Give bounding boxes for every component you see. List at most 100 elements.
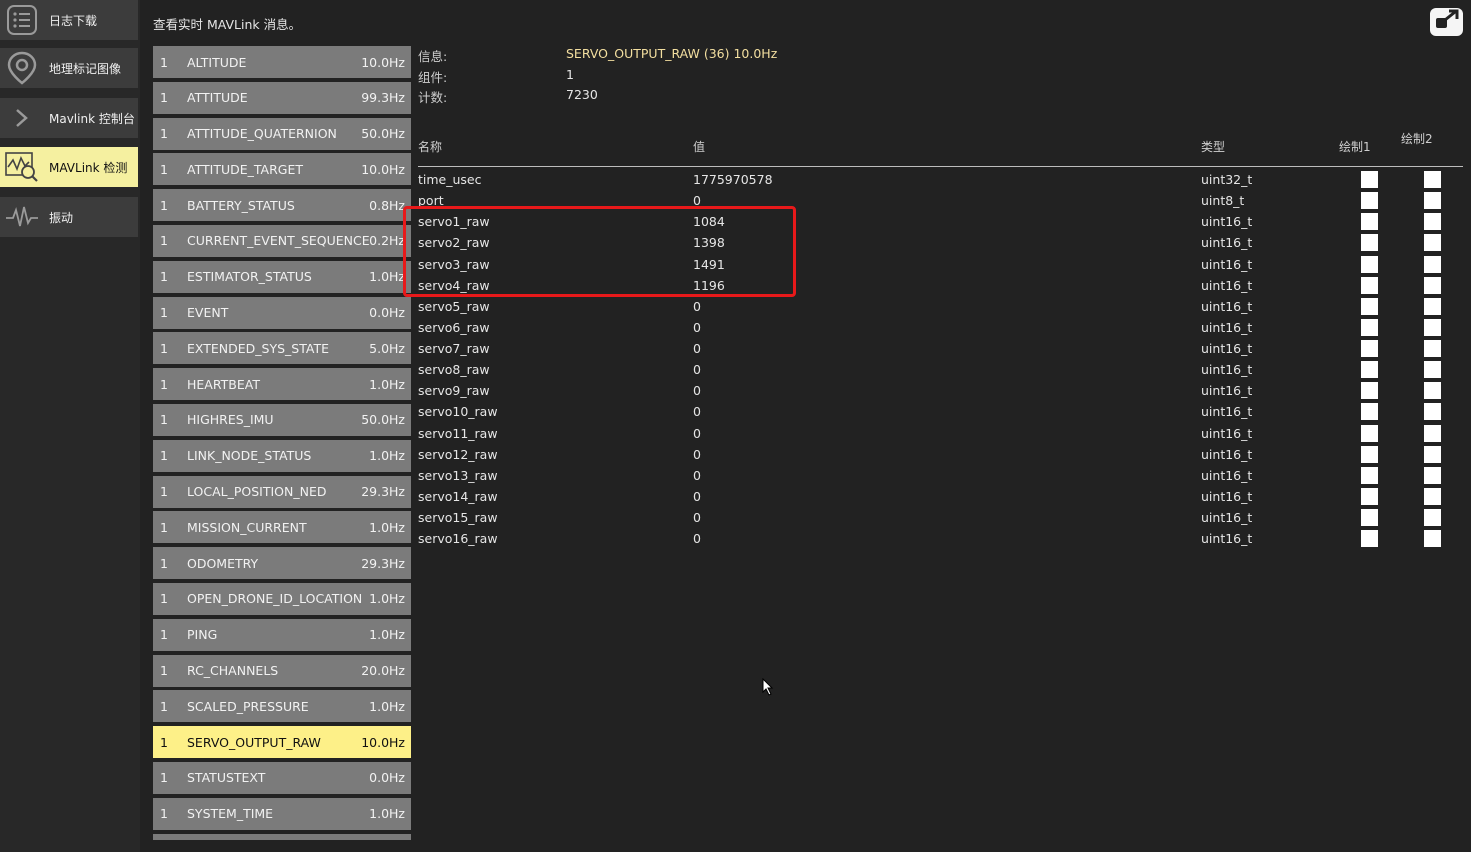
- sidebar-item-vibration[interactable]: 振动: [0, 197, 138, 237]
- message-list-item[interactable]: 1 HIGHRES_IMU 50.0Hz: [153, 403, 411, 436]
- plot1-checkbox[interactable]: [1361, 192, 1378, 210]
- component-label: 组件:: [418, 69, 448, 85]
- field-name: servo1_raw: [418, 214, 490, 230]
- message-list-item[interactable]: 1 EXTENDED_SYS_STATE 5.0Hz: [153, 332, 411, 365]
- plot1-checkbox[interactable]: [1361, 509, 1378, 526]
- message-list-item[interactable]: 1 MISSION_CURRENT 1.0Hz: [153, 511, 411, 544]
- plot1-checkbox[interactable]: [1361, 382, 1378, 400]
- message-list[interactable]: 1 ALTITUDE 10.0Hz 1 ATTITUDE 99.3Hz 1 ATTITUDE_…: [153, 46, 411, 840]
- message-list-item[interactable]: 1 SERVO_OUTPUT_RAW 10.0Hz: [153, 726, 411, 759]
- plot2-checkbox[interactable]: [1424, 403, 1441, 421]
- plot1-checkbox[interactable]: [1361, 361, 1378, 379]
- message-component-id: 1: [160, 591, 168, 607]
- message-component-id: 1: [160, 770, 168, 786]
- list-icon: [5, 3, 39, 37]
- popout-button[interactable]: [1430, 8, 1463, 36]
- field-value: 0: [693, 510, 701, 525]
- sidebar-item-mavlink-inspector[interactable]: MAVLink 检测: [0, 147, 138, 187]
- field-name: servo4_raw: [418, 277, 490, 293]
- sidebar-item-log-download[interactable]: 日志下载: [0, 0, 138, 40]
- plot2-checkbox[interactable]: [1424, 297, 1441, 315]
- sidebar-item-label: 日志下载: [49, 13, 98, 28]
- message-rate: 29.3Hz: [361, 555, 405, 571]
- message-list-item[interactable]: 1 HEARTBEAT 1.0Hz: [153, 368, 411, 401]
- message-component-id: 1: [160, 412, 168, 428]
- plot2-checkbox[interactable]: [1424, 318, 1441, 336]
- plot2-checkbox[interactable]: [1424, 255, 1441, 273]
- table-row: servo16_raw 0 uint16_t: [418, 528, 1463, 549]
- message-list-item[interactable]: 1 CURRENT_EVENT_SEQUENCE 0.2Hz: [153, 224, 411, 257]
- message-list-item[interactable]: 1 ATTITUDE 99.3Hz: [153, 81, 411, 114]
- plot1-checkbox[interactable]: [1361, 171, 1378, 188]
- page-hint: 查看实时 MAVLink 消息。: [153, 17, 302, 32]
- plot1-checkbox[interactable]: [1361, 234, 1378, 252]
- field-name: servo6_raw: [418, 319, 490, 335]
- plot1-checkbox[interactable]: [1361, 255, 1378, 273]
- message-component-id: 1: [160, 197, 168, 213]
- plot1-checkbox[interactable]: [1361, 466, 1378, 484]
- message-list-item[interactable]: 1 LINK_NODE_STATUS 1.0Hz: [153, 439, 411, 472]
- message-list-item[interactable]: 1 ESTIMATOR_STATUS 1.0Hz: [153, 260, 411, 293]
- sidebar-item-geotag-images[interactable]: 地理标记图像: [0, 48, 138, 88]
- field-type: uint16_t: [1201, 214, 1253, 230]
- field-value: 0: [693, 404, 701, 420]
- plot1-checkbox[interactable]: [1361, 297, 1378, 315]
- message-list-item[interactable]: 1 ODOMETRY 29.3Hz: [153, 547, 411, 580]
- message-list-item[interactable]: 1 EVENT 0.0Hz: [153, 296, 411, 329]
- plot1-checkbox[interactable]: [1361, 445, 1378, 463]
- message-list-item[interactable]: 1 RC_CHANNELS 20.0Hz: [153, 654, 411, 687]
- plot2-checkbox[interactable]: [1424, 361, 1441, 379]
- message-list-item[interactable]: 1 ATTITUDE_TARGET 10.0Hz: [153, 153, 411, 186]
- plot2-checkbox[interactable]: [1424, 445, 1441, 463]
- field-name: port: [418, 193, 444, 209]
- plot2-checkbox[interactable]: [1424, 487, 1441, 505]
- plot2-checkbox[interactable]: [1424, 466, 1441, 484]
- field-value: 0: [693, 341, 701, 356]
- plot1-checkbox[interactable]: [1361, 424, 1378, 442]
- message-list-item[interactable]: 1 OPEN_DRONE_ID_LOCATION 1.0Hz: [153, 582, 411, 615]
- popout-window-icon: [1434, 9, 1460, 35]
- message-name: SCALED_PRESSURE: [187, 698, 309, 714]
- field-type: uint16_t: [1201, 510, 1253, 525]
- message-rate: 1.0Hz: [369, 519, 405, 535]
- message-name: HIGHRES_IMU: [187, 412, 274, 428]
- message-rate: 50.0Hz: [361, 126, 405, 142]
- message-list-item[interactable]: 1 BATTERY_STATUS 0.8Hz: [153, 189, 411, 222]
- plot2-checkbox[interactable]: [1424, 424, 1441, 442]
- message-list-item[interactable]: 1 PING 1.0Hz: [153, 618, 411, 651]
- plot2-checkbox[interactable]: [1424, 276, 1441, 294]
- message-list-item[interactable]: 1 ATTITUDE_QUATERNION 50.0Hz: [153, 117, 411, 150]
- message-list-item[interactable]: [153, 833, 411, 840]
- message-rate: 10.0Hz: [361, 161, 405, 177]
- message-list-item[interactable]: 1 SYSTEM_TIME 1.0Hz: [153, 797, 411, 830]
- plot2-checkbox[interactable]: [1424, 171, 1441, 188]
- sidebar-item-mavlink-console[interactable]: Mavlink 控制台: [0, 98, 138, 138]
- sidebar-item-label: 振动: [49, 210, 74, 225]
- message-component-id: 1: [160, 519, 168, 535]
- message-rate: 1.0Hz: [369, 627, 405, 643]
- field-name: servo9_raw: [418, 383, 490, 399]
- plot1-checkbox[interactable]: [1361, 318, 1378, 336]
- plot1-checkbox[interactable]: [1361, 530, 1378, 548]
- message-component-id: 1: [160, 663, 168, 679]
- field-value: 0: [693, 193, 701, 209]
- message-list-item[interactable]: 1 STATUSTEXT 0.0Hz: [153, 761, 411, 794]
- field-type: uint16_t: [1201, 531, 1253, 547]
- plot2-checkbox[interactable]: [1424, 234, 1441, 252]
- plot1-checkbox[interactable]: [1361, 403, 1378, 421]
- plot2-checkbox[interactable]: [1424, 213, 1441, 231]
- message-list-item[interactable]: 1 LOCAL_POSITION_NED 29.3Hz: [153, 475, 411, 508]
- plot2-checkbox[interactable]: [1424, 382, 1441, 400]
- plot1-checkbox[interactable]: [1361, 340, 1378, 357]
- message-component-id: 1: [160, 126, 168, 142]
- message-list-item[interactable]: 1 SCALED_PRESSURE 1.0Hz: [153, 690, 411, 723]
- plot1-checkbox[interactable]: [1361, 213, 1378, 231]
- plot2-checkbox[interactable]: [1424, 192, 1441, 210]
- plot1-checkbox[interactable]: [1361, 276, 1378, 294]
- message-list-item[interactable]: 1 ALTITUDE 10.0Hz: [153, 46, 411, 78]
- plot1-checkbox[interactable]: [1361, 487, 1378, 505]
- plot2-checkbox[interactable]: [1424, 530, 1441, 548]
- table-row: time_usec 1775970578 uint32_t: [418, 169, 1463, 190]
- plot2-checkbox[interactable]: [1424, 509, 1441, 526]
- plot2-checkbox[interactable]: [1424, 340, 1441, 357]
